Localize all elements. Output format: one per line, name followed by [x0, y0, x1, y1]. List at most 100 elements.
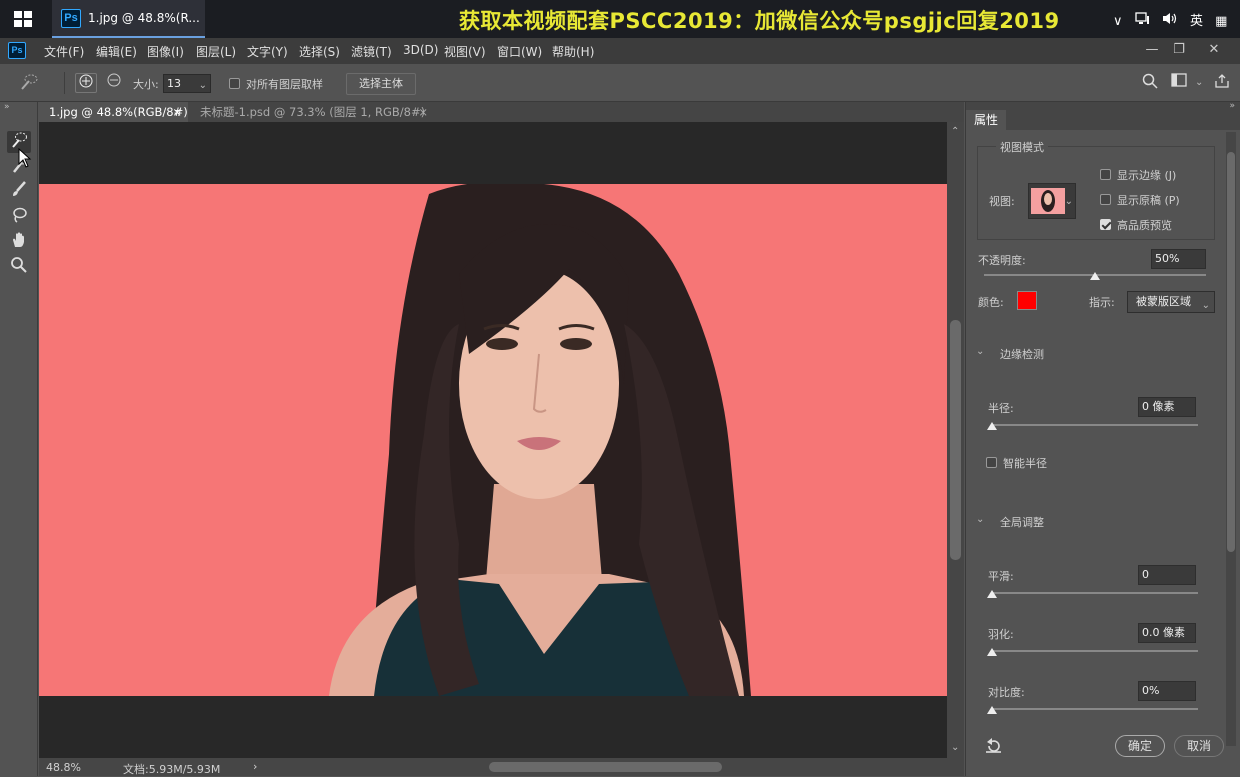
smooth-slider-thumb[interactable] [987, 590, 997, 598]
contrast-input[interactable]: 0% [1138, 681, 1196, 701]
opacity-input[interactable]: 50% [1151, 249, 1206, 269]
smart-radius-checkbox[interactable] [986, 457, 997, 468]
show-edge-label: 显示边缘 (J) [1117, 169, 1177, 182]
opacity-slider-thumb[interactable] [1090, 272, 1100, 280]
panel-collapse-icon[interactable]: » [1229, 101, 1235, 111]
chevron-down-icon[interactable]: ⌄ [199, 77, 207, 94]
brush-size-value: 13 [167, 77, 181, 90]
feather-input[interactable]: 0.0 像素 [1138, 623, 1196, 643]
ime-language-indicator[interactable]: 英 [1190, 10, 1203, 29]
menu-type[interactable]: 文字(Y) [247, 43, 288, 60]
photoshop-taskbar-button[interactable]: Ps 1.jpg @ 48.8%(R... [52, 0, 205, 38]
menu-file[interactable]: 文件(F) [44, 43, 84, 60]
panel-scrollbar[interactable] [1226, 132, 1236, 746]
close-window-button[interactable]: ✕ [1200, 40, 1228, 60]
document-tab-bar: 1.jpg @ 48.8%(RGB/8#) × 未标题-1.psd @ 73.3… [39, 102, 964, 122]
menu-image[interactable]: 图像(I) [147, 43, 184, 60]
cancel-button[interactable]: 取消 [1174, 735, 1224, 757]
zoom-tool-icon[interactable] [7, 256, 31, 278]
brush-size-input[interactable]: 13 ⌄ [163, 74, 211, 93]
collapse-arrows-icon[interactable]: » [4, 102, 10, 112]
brush-tool-icon[interactable] [7, 180, 31, 202]
smooth-slider[interactable] [992, 592, 1198, 594]
document-image[interactable] [39, 184, 947, 696]
show-edge-checkbox[interactable] [1100, 169, 1111, 180]
chevron-down-icon[interactable]: ⌄ [1202, 296, 1210, 316]
menu-view[interactable]: 视图(V) [444, 43, 486, 60]
panel-tab-bar: 属性 » [966, 101, 1240, 130]
options-bar: 大小: 13 ⌄ 对所有图层取样 选择主体 ⌄ [0, 64, 1240, 102]
subtract-from-selection-icon[interactable] [103, 73, 125, 93]
chevron-down-icon[interactable]: ⌄ [1065, 196, 1073, 207]
overlay-color-swatch[interactable] [1017, 291, 1037, 310]
workspace-chevron-icon[interactable]: ⌄ [1195, 77, 1203, 88]
tray-chevron-icon[interactable]: ∨ [1113, 14, 1123, 29]
ok-button[interactable]: 确定 [1115, 735, 1165, 757]
vertical-scrollbar[interactable]: ⌃ ⌄ [947, 122, 964, 758]
contrast-slider[interactable] [992, 708, 1198, 710]
show-original-checkbox[interactable] [1100, 194, 1111, 205]
view-mode-dropdown[interactable]: ⌄ [1028, 183, 1076, 219]
menu-filter[interactable]: 滤镜(T) [351, 43, 392, 60]
global-refinements-chevron-icon[interactable]: ⌄ [976, 514, 984, 525]
select-subject-button[interactable]: 选择主体 [346, 73, 416, 95]
global-refinements-title[interactable]: 全局调整 [1000, 514, 1044, 530]
menu-window[interactable]: 窗口(W) [497, 43, 542, 60]
sample-all-layers-checkbox[interactable] [229, 78, 240, 89]
feather-slider-thumb[interactable] [987, 648, 997, 656]
restore-button[interactable]: ❐ [1165, 40, 1193, 60]
menu-help[interactable]: 帮助(H) [552, 43, 594, 60]
horizontal-scrollbar-thumb[interactable] [489, 762, 722, 772]
indicate-dropdown[interactable]: 被蒙版区域 ⌄ [1127, 291, 1215, 313]
volume-icon[interactable] [1162, 12, 1178, 29]
radius-slider-thumb[interactable] [987, 422, 997, 430]
view-thumbnail-icon [1031, 188, 1065, 214]
network-icon[interactable] [1135, 12, 1150, 29]
edge-detection-title[interactable]: 边缘检测 [1000, 346, 1044, 362]
high-quality-preview-checkbox[interactable] [1100, 219, 1111, 230]
feather-slider[interactable] [992, 650, 1198, 652]
system-tray: ∨ 英 ▦ [1113, 10, 1235, 29]
radius-input[interactable]: 0 像素 [1138, 397, 1196, 417]
tools-panel: » [0, 102, 38, 776]
tab-label: 1.jpg @ 48.8%(RGB/8#) [49, 105, 188, 119]
quick-selection-preset-icon[interactable] [18, 73, 40, 93]
add-to-selection-icon[interactable] [75, 73, 97, 93]
radius-slider[interactable] [992, 424, 1198, 426]
properties-panel: 属性 » 视图模式 视图: ⌄ 显示边缘 (J) 显示原稿 (P) 高品质预览 … [965, 101, 1240, 776]
menu-select[interactable]: 选择(S) [299, 43, 340, 60]
tab-properties[interactable]: 属性 [966, 110, 1006, 130]
workspace-icon[interactable] [1168, 73, 1190, 93]
minimize-button[interactable]: — [1138, 40, 1166, 60]
menu-edit[interactable]: 编辑(E) [96, 43, 137, 60]
tab-close-icon[interactable]: × [418, 102, 428, 122]
smart-radius-label: 智能半径 [1003, 457, 1047, 470]
edge-detection-chevron-icon[interactable]: ⌄ [976, 346, 984, 357]
ime-grid-icon[interactable]: ▦ [1215, 14, 1227, 29]
reset-icon[interactable] [985, 738, 1003, 757]
status-arrow-icon[interactable]: › [253, 760, 257, 773]
lasso-tool-icon[interactable] [7, 206, 31, 228]
scroll-up-icon[interactable]: ⌃ [951, 126, 959, 137]
menu-bar: Ps 文件(F) 编辑(E) 图像(I) 图层(L) 文字(Y) 选择(S) 滤… [0, 38, 1240, 64]
search-icon[interactable] [1139, 73, 1161, 93]
windows-start-icon[interactable] [14, 11, 32, 27]
smooth-input[interactable]: 0 [1138, 565, 1196, 585]
feather-label: 羽化: [988, 628, 1014, 641]
scrollbar-thumb[interactable] [950, 320, 961, 560]
tab-untitled-psd[interactable]: 未标题-1.psd @ 73.3% (图层 1, RGB/8#) × [190, 102, 434, 122]
menu-3d[interactable]: 3D(D) [403, 43, 438, 57]
zoom-level[interactable]: 48.8% [46, 761, 81, 774]
hand-tool-icon[interactable] [7, 231, 31, 253]
menu-layer[interactable]: 图层(L) [196, 43, 236, 60]
contrast-slider-thumb[interactable] [987, 706, 997, 714]
tab-close-icon[interactable]: × [172, 102, 182, 122]
windows-taskbar: Ps 1.jpg @ 48.8%(R... 获取本视频配套PSCC2019：加微… [0, 0, 1240, 38]
smooth-label: 平滑: [988, 570, 1014, 583]
contrast-label: 对比度: [988, 686, 1025, 699]
panel-scrollbar-thumb[interactable] [1227, 152, 1235, 552]
tab-1-jpg[interactable]: 1.jpg @ 48.8%(RGB/8#) × [39, 102, 188, 122]
scroll-down-icon[interactable]: ⌄ [951, 742, 959, 753]
share-icon[interactable] [1211, 73, 1233, 93]
indicate-value: 被蒙版区域 [1136, 295, 1191, 308]
